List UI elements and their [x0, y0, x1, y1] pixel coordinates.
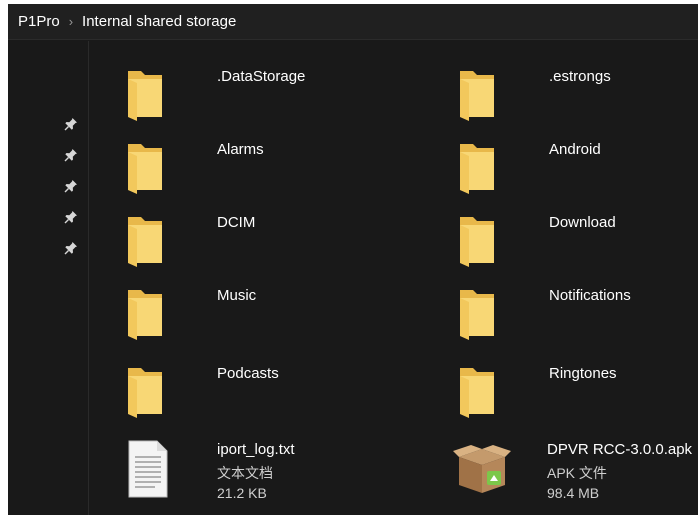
- pin-icon[interactable]: [64, 117, 78, 131]
- folder-icon: [460, 144, 494, 194]
- folder-icon: [128, 290, 162, 340]
- text-file-icon: [128, 440, 168, 498]
- folder-item-podcasts[interactable]: Podcasts: [125, 362, 445, 418]
- breadcrumb-location[interactable]: Internal shared storage: [82, 13, 236, 30]
- address-bar[interactable]: P1Pro › Internal shared storage: [8, 4, 698, 40]
- folder-icon: [460, 217, 494, 267]
- folder-icon: [460, 290, 494, 340]
- folder-icon: [460, 71, 494, 121]
- folder-item-alarms[interactable]: Alarms: [125, 138, 445, 194]
- folder-item-estrongs[interactable]: .estrongs: [457, 65, 698, 121]
- folder-icon: [128, 368, 162, 418]
- file-item-iport-log[interactable]: iport_log.txt 文本文档 21.2 KB: [125, 437, 445, 503]
- folder-item-android[interactable]: Android: [457, 138, 698, 194]
- folder-icon: [128, 71, 162, 121]
- folder-item-download[interactable]: Download: [457, 211, 698, 267]
- item-name: Ringtones: [549, 365, 617, 382]
- item-name: Notifications: [549, 287, 631, 304]
- folder-item-ringtones[interactable]: Ringtones: [457, 362, 698, 418]
- pin-icon[interactable]: [64, 179, 78, 193]
- file-explorer-window: P1Pro › Internal shared storage .DataSto…: [8, 4, 698, 515]
- folder-item-dcim[interactable]: DCIM: [125, 211, 445, 267]
- file-name: DPVR RCC-3.0.0.apk: [547, 441, 693, 458]
- file-list: .DataStorage .estrongs Alarms Android DC…: [89, 41, 698, 515]
- folder-icon: [128, 217, 162, 267]
- item-name: Android: [549, 141, 601, 158]
- folder-item-datastorage[interactable]: .DataStorage: [125, 65, 445, 121]
- item-name: Music: [217, 287, 257, 304]
- item-name: .DataStorage: [217, 68, 306, 85]
- pin-icon[interactable]: [64, 210, 78, 224]
- file-size: 21.2 KB: [217, 485, 267, 501]
- file-type: APK 文件: [547, 465, 607, 481]
- pin-icon[interactable]: [64, 148, 78, 162]
- file-type: 文本文档: [217, 465, 273, 481]
- item-name: Download: [549, 214, 616, 231]
- pin-icon[interactable]: [64, 241, 78, 255]
- item-name: .estrongs: [549, 68, 611, 85]
- item-name: DCIM: [217, 214, 256, 231]
- folder-item-notifications[interactable]: Notifications: [457, 284, 698, 340]
- item-name: Podcasts: [217, 365, 279, 382]
- folder-item-music[interactable]: Music: [125, 284, 445, 340]
- apk-package-icon: [453, 445, 511, 493]
- file-item-dpvr-apk[interactable]: DPVR RCC-3.0.0.apk APK 文件 98.4 MB: [451, 437, 698, 503]
- file-size: 98.4 MB: [547, 485, 600, 501]
- breadcrumb-device[interactable]: P1Pro: [18, 13, 60, 30]
- breadcrumb-chevron-icon[interactable]: ›: [69, 14, 73, 29]
- file-name: iport_log.txt: [217, 441, 295, 458]
- folder-icon: [128, 144, 162, 194]
- navigation-pane: [8, 41, 88, 515]
- item-name: Alarms: [217, 141, 264, 158]
- folder-icon: [460, 368, 494, 418]
